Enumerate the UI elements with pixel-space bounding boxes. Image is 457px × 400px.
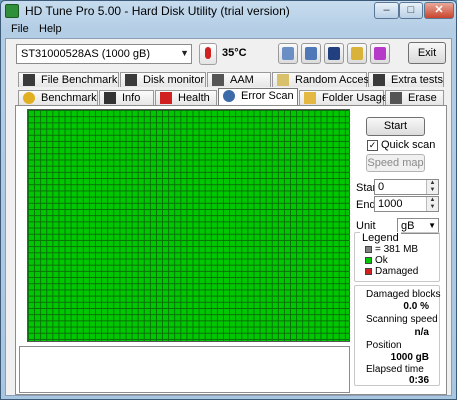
drive-select[interactable]: ST31000528AS (1000 gB) ▼ xyxy=(16,44,192,64)
folder-icon xyxy=(304,92,316,104)
legend-damaged: Damaged xyxy=(375,266,419,277)
legend-block-swatch xyxy=(365,246,372,253)
speed-map-button[interactable]: Speed map xyxy=(366,154,425,172)
app-window: HD Tune Pro 5.00 - Hard Disk Utility (tr… xyxy=(0,0,457,400)
end-field[interactable]: 1000 ▲ ▼ xyxy=(374,196,439,212)
magnifier-icon xyxy=(223,90,235,102)
scan-block-map xyxy=(27,109,350,342)
speaker-icon xyxy=(212,74,224,86)
legend-ok-swatch xyxy=(365,257,372,264)
scanning-speed-label: Scanning speed xyxy=(366,314,438,325)
damaged-blocks-value: 0.0 % xyxy=(403,301,429,312)
health-cross-icon xyxy=(160,92,172,104)
menu-bar: File Help xyxy=(5,23,452,38)
copy-text-button[interactable] xyxy=(278,43,298,64)
chevron-down-icon: ▼ xyxy=(180,48,189,58)
disk-monitor-icon xyxy=(125,74,137,86)
tab-disk-monitor[interactable]: Disk monitor xyxy=(120,72,206,87)
close-button[interactable]: ✕ xyxy=(424,2,454,19)
chevron-down-icon: ▼ xyxy=(428,221,436,230)
save-icon[interactable] xyxy=(324,43,344,64)
spinner-icon[interactable]: ▲ ▼ xyxy=(426,197,438,211)
options-icon[interactable] xyxy=(347,43,367,64)
temperature-value: 35°C xyxy=(222,47,247,59)
unit-label: Unit xyxy=(356,220,376,232)
copy-screenshot-button[interactable] xyxy=(301,43,321,64)
file-benchmark-icon xyxy=(23,74,35,86)
tab-random-access[interactable]: Random Access xyxy=(272,72,374,87)
maximize-button[interactable]: □ xyxy=(399,2,423,19)
legend-title: Legend xyxy=(360,232,401,244)
tab-extra-tests[interactable]: Extra tests xyxy=(368,72,444,87)
menu-file[interactable]: File xyxy=(11,23,29,35)
tab-aam[interactable]: AAM xyxy=(207,72,271,87)
legend-damaged-swatch xyxy=(365,268,372,275)
benchmark-icon xyxy=(23,92,35,104)
window-title: HD Tune Pro 5.00 - Hard Disk Utility (tr… xyxy=(25,4,290,18)
spinner-icon[interactable]: ▲ ▼ xyxy=(426,180,438,194)
extra-tests-icon xyxy=(373,74,385,86)
tab-error-scan[interactable]: Error Scan xyxy=(218,88,298,105)
drive-value: ST31000528AS (1000 gB) xyxy=(21,48,151,60)
exit-button[interactable]: Exit xyxy=(408,42,446,64)
menu-help[interactable]: Help xyxy=(39,23,62,35)
tab-benchmark[interactable]: Benchmark xyxy=(18,90,98,105)
legend-ok: Ok xyxy=(375,255,388,266)
elapsed-time-label: Elapsed time xyxy=(366,364,424,375)
elapsed-time-value: 0:36 xyxy=(408,375,429,386)
position-value: 1000 gB xyxy=(390,352,429,363)
end-field-label: End xyxy=(356,199,376,211)
tab-folder-usage[interactable]: Folder Usage xyxy=(299,90,388,105)
download-icon[interactable] xyxy=(370,43,390,64)
tab-info[interactable]: Info xyxy=(99,90,154,105)
legend-box: Legend = 381 MB Ok Damaged xyxy=(354,232,440,282)
app-icon xyxy=(5,4,19,18)
tab-file-benchmark[interactable]: File Benchmark xyxy=(18,72,119,87)
info-icon xyxy=(104,92,116,104)
legend-block-size: = 381 MB xyxy=(375,244,419,255)
scan-statistics: Damaged blocks 0.0 % Scanning speed n/a … xyxy=(354,285,440,386)
scan-log[interactable] xyxy=(19,346,350,393)
random-access-icon xyxy=(277,74,289,86)
start-field[interactable]: 0 ▲ ▼ xyxy=(374,179,439,195)
scanning-speed-value: n/a xyxy=(414,327,429,338)
title-bar[interactable]: HD Tune Pro 5.00 - Hard Disk Utility (tr… xyxy=(1,1,456,22)
thermometer-icon xyxy=(199,43,217,65)
trash-icon xyxy=(390,92,402,104)
start-button[interactable]: Start xyxy=(366,117,425,136)
tab-health[interactable]: Health xyxy=(155,90,217,105)
minimize-button[interactable]: – xyxy=(374,2,399,19)
tab-erase[interactable]: Erase xyxy=(385,90,444,105)
quick-scan-checkbox[interactable]: ✓ xyxy=(367,140,378,151)
position-label: Position xyxy=(366,340,402,351)
damaged-blocks-label: Damaged blocks xyxy=(366,289,441,300)
